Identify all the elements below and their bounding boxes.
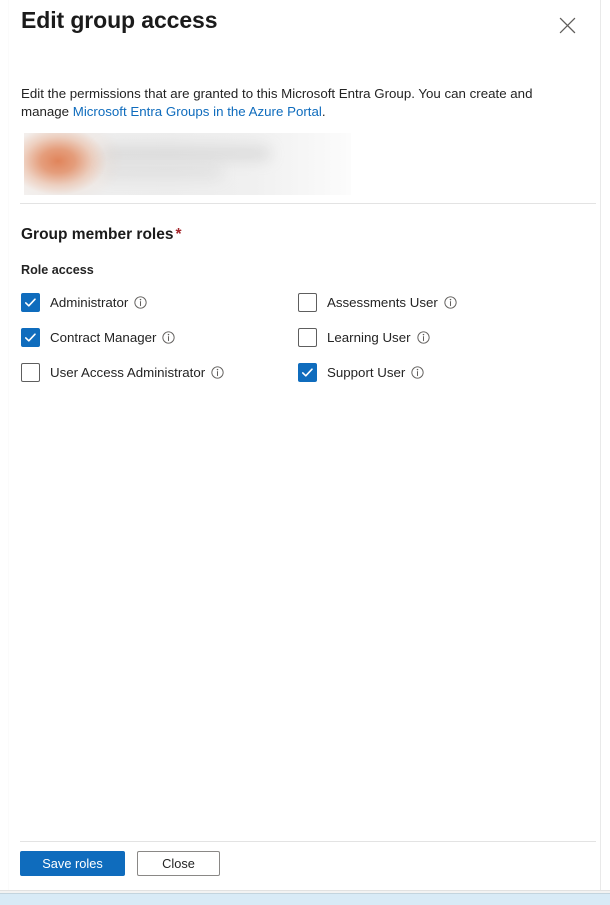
- panel-header: Edit group access: [0, 0, 600, 55]
- info-icon[interactable]: [416, 330, 430, 344]
- info-icon[interactable]: [211, 365, 224, 379]
- role-checkbox[interactable]: [21, 327, 40, 347]
- role-checkbox-label: Assessments User: [327, 294, 438, 310]
- roles-section-title-text: Group member roles: [21, 226, 174, 243]
- role-checkbox[interactable]: [21, 362, 40, 382]
- role-checkbox-row[interactable]: Contract Manager: [21, 327, 224, 347]
- role-checkbox-row[interactable]: Learning User: [298, 327, 457, 347]
- role-checkbox-label: Learning User: [327, 329, 411, 345]
- required-asterisk: *: [175, 226, 182, 243]
- role-column-right: Assessments User Learning User Support Use…: [298, 292, 457, 397]
- role-checkbox[interactable]: [298, 362, 317, 382]
- divider-top: [20, 203, 596, 204]
- role-checkbox[interactable]: [298, 292, 317, 312]
- panel-footer: Save roles Close: [20, 851, 220, 876]
- role-checkbox[interactable]: [21, 292, 40, 312]
- description-trail: .: [321, 103, 326, 119]
- edit-group-access-panel: Edit group access Edit the permissions t…: [0, 0, 610, 905]
- divider-bottom: [20, 841, 596, 842]
- group-identity-redacted: [24, 133, 351, 195]
- role-checkbox-label: Contract Manager: [50, 329, 157, 345]
- role-checkbox-row[interactable]: Administrator: [21, 292, 224, 312]
- entra-groups-link[interactable]: Microsoft Entra Groups in the Azure Port…: [73, 104, 322, 119]
- info-icon[interactable]: [411, 365, 424, 379]
- redacted-group-subtext: [102, 167, 222, 178]
- description-text: Edit the permissions that are granted to…: [21, 85, 561, 120]
- role-checkbox-row[interactable]: Assessments User: [298, 292, 457, 312]
- panel-left-edge: [8, 0, 9, 905]
- role-column-left: Administrator Contract Manager User Access…: [21, 292, 224, 397]
- role-checkbox[interactable]: [298, 327, 317, 347]
- roles-section-title: Group member roles *: [21, 226, 182, 244]
- cancel-button[interactable]: Close: [137, 851, 220, 876]
- role-access-label: Role access: [21, 263, 94, 277]
- role-checkbox-label: Administrator: [50, 294, 129, 310]
- panel-right-edge: [600, 0, 601, 893]
- role-checkbox-row[interactable]: Support User: [298, 362, 457, 382]
- page-background-band: [0, 893, 610, 905]
- save-roles-button[interactable]: Save roles: [20, 851, 125, 876]
- role-checkbox-row[interactable]: User Access Administrator: [21, 362, 224, 382]
- redacted-group-name: [102, 147, 270, 160]
- role-checkbox-label: Support User: [327, 364, 406, 380]
- page-title: Edit group access: [21, 7, 218, 33]
- info-icon[interactable]: [444, 295, 457, 309]
- role-checkbox-label: User Access Administrator: [50, 364, 206, 380]
- info-icon[interactable]: [134, 295, 147, 309]
- close-icon[interactable]: [552, 10, 582, 40]
- info-icon[interactable]: [162, 330, 176, 344]
